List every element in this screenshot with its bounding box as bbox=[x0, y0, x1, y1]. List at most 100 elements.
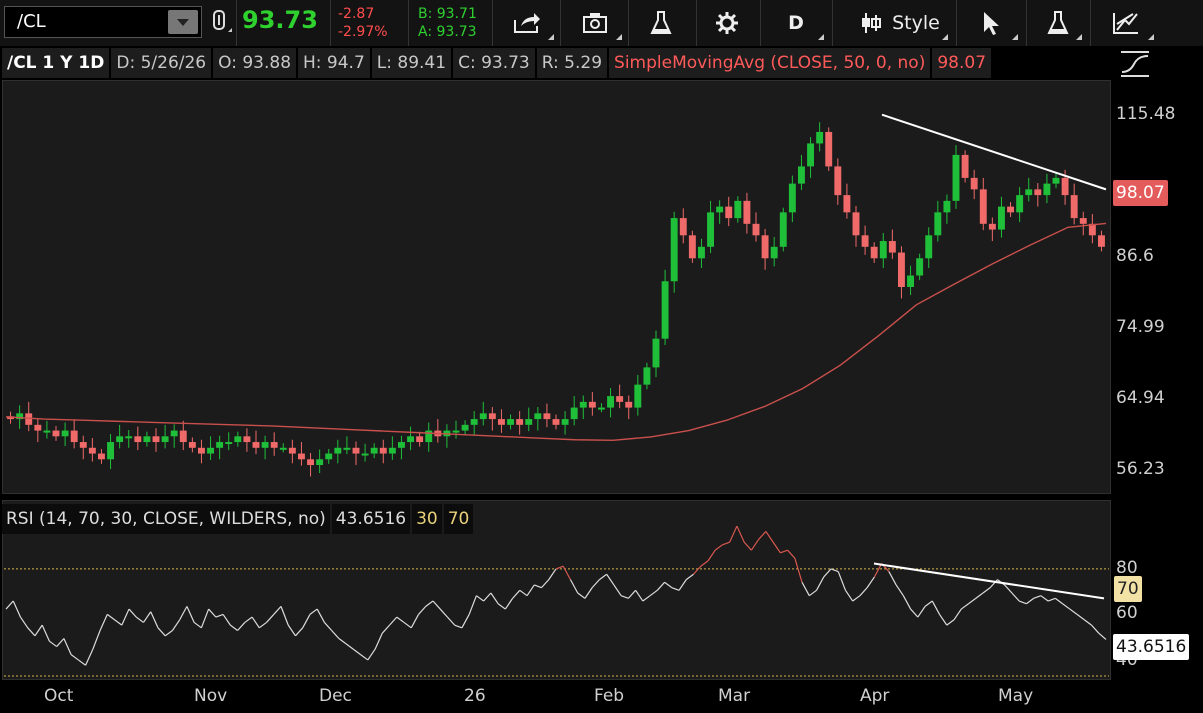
rsi-overbought-level: 70 bbox=[443, 504, 474, 534]
rsi-line-segment bbox=[280, 606, 289, 626]
rsi-line-segment bbox=[555, 565, 564, 570]
rsi-line-segment bbox=[338, 638, 347, 645]
rsi-line-segment bbox=[859, 587, 868, 597]
rsi-line-segment bbox=[512, 589, 521, 599]
rsi-line-segment bbox=[1091, 624, 1100, 634]
candle-body bbox=[716, 206, 724, 213]
candle-body bbox=[125, 436, 133, 439]
rsi-line-segment bbox=[27, 627, 36, 637]
price-tick: 74.99 bbox=[1116, 317, 1165, 337]
candle-body bbox=[1034, 189, 1042, 196]
rsi-line-segment bbox=[150, 611, 159, 629]
rsi-line-segment bbox=[787, 549, 796, 559]
rsi-line-segment bbox=[627, 589, 637, 599]
candle-body bbox=[898, 252, 905, 287]
rsi-line-segment bbox=[910, 608, 919, 618]
price-tick: 56.23 bbox=[1116, 459, 1165, 479]
candle-body bbox=[88, 447, 96, 454]
candle-body bbox=[516, 419, 524, 425]
candle-body bbox=[807, 143, 814, 167]
candle-body bbox=[561, 419, 569, 425]
candle-body bbox=[179, 430, 187, 443]
candle-body bbox=[198, 447, 205, 454]
rsi-line-segment bbox=[316, 608, 325, 623]
rsi-line-segment bbox=[92, 630, 101, 650]
x-tick: Apr bbox=[860, 686, 890, 706]
rsi-line-segment bbox=[599, 573, 608, 581]
candle-body bbox=[407, 436, 414, 443]
sma-line bbox=[5, 222, 1107, 442]
candle-body bbox=[734, 200, 742, 219]
candle-body bbox=[416, 436, 424, 443]
candle-body bbox=[952, 154, 960, 201]
rsi-line-segment bbox=[562, 565, 572, 580]
rsi-line-segment bbox=[801, 582, 810, 596]
candle-body bbox=[770, 246, 778, 259]
rsi-line-segment bbox=[1004, 584, 1013, 594]
rsi-line-segment bbox=[295, 627, 304, 637]
rsi-line-segment bbox=[649, 589, 658, 597]
rsi-line-segment bbox=[656, 581, 665, 591]
candle-body bbox=[1043, 183, 1051, 196]
rsi-line-segment bbox=[1026, 597, 1034, 605]
candle-body bbox=[288, 447, 296, 454]
rsi-line-segment bbox=[772, 541, 781, 554]
x-tick: Feb bbox=[594, 686, 625, 706]
rsi-line-segment bbox=[642, 595, 651, 602]
candle-body bbox=[1025, 189, 1033, 196]
candle-body bbox=[934, 212, 942, 236]
rsi-line-segment bbox=[1033, 595, 1042, 599]
candle-body bbox=[779, 212, 787, 247]
rsi-line-segment bbox=[302, 614, 311, 629]
rsi-line-segment bbox=[171, 619, 181, 631]
rsi-line-segment bbox=[476, 595, 484, 602]
candle-body bbox=[798, 166, 805, 184]
rsi-line-segment bbox=[765, 531, 774, 543]
rsi-line-segment bbox=[526, 584, 535, 597]
rsi-line-segment bbox=[888, 571, 897, 586]
rsi-study-label[interactable]: RSI (14, 70, 30, CLOSE, WILDERS, no) bbox=[2, 504, 330, 534]
candle-body bbox=[579, 401, 587, 408]
rsi-line-segment bbox=[823, 568, 832, 578]
candle-body bbox=[534, 413, 542, 420]
candle-body bbox=[398, 442, 405, 448]
candle-body bbox=[361, 453, 369, 456]
candle-body bbox=[270, 442, 278, 448]
candle-body bbox=[607, 396, 614, 408]
candle-body bbox=[525, 419, 533, 425]
rsi-line-segment bbox=[1018, 600, 1027, 605]
candle-body bbox=[507, 419, 514, 425]
rsi-line-segment bbox=[780, 549, 788, 554]
rsi-line-segment bbox=[1083, 619, 1092, 626]
candle-body bbox=[588, 401, 596, 408]
rsi-line-segment bbox=[1076, 613, 1085, 621]
rsi-line-segment bbox=[635, 589, 644, 602]
rsi-line-segment bbox=[229, 624, 238, 631]
candle-body bbox=[570, 407, 578, 420]
candle-body bbox=[834, 166, 842, 196]
rsi-line-segment bbox=[99, 614, 108, 631]
rsi-line-segment bbox=[244, 616, 253, 623]
rsi-line-segment bbox=[707, 549, 716, 562]
candle-body bbox=[425, 430, 433, 443]
candle-body bbox=[252, 442, 260, 448]
candle-body bbox=[1070, 195, 1078, 219]
rsi-line-segment bbox=[541, 579, 550, 589]
rsi-line-segment bbox=[179, 606, 188, 621]
candle-body bbox=[188, 442, 196, 448]
candle-body bbox=[616, 396, 624, 402]
candle-body bbox=[152, 436, 160, 443]
rsi-line-segment bbox=[606, 573, 615, 586]
candle-body bbox=[879, 241, 887, 259]
rsi-line-segment bbox=[468, 595, 477, 615]
rsi-line-segment bbox=[700, 560, 709, 567]
rsi-line-segment bbox=[569, 579, 579, 594]
rsi-line-segment bbox=[403, 621, 412, 629]
candle-body bbox=[707, 212, 714, 247]
rsi-line-segment bbox=[251, 616, 260, 629]
candle-body bbox=[107, 442, 114, 460]
rsi-line-segment bbox=[895, 584, 904, 597]
rsi-line-segment bbox=[975, 592, 984, 599]
rsi-line-segment bbox=[1062, 603, 1071, 610]
candle-body bbox=[307, 459, 314, 466]
